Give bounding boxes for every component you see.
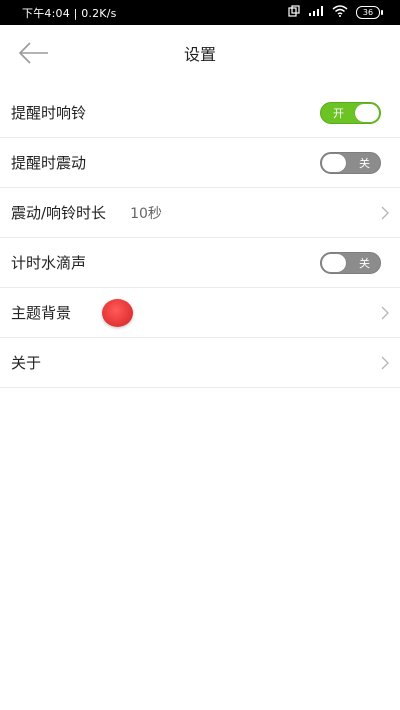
setting-label: 计时水滴声 [11, 254, 87, 272]
setting-alarm-vibrate: 提醒时震动 关 [0, 138, 400, 188]
toggle-text: 开 [333, 107, 344, 120]
setting-about[interactable]: 关于 [0, 338, 400, 388]
toggle-knob [355, 104, 379, 122]
chevron-right-icon [381, 206, 389, 220]
chevron-right-icon [381, 306, 389, 320]
status-bar: 下午4:04 | 0.2K/s 36 [0, 0, 400, 25]
toggle-knob [322, 254, 346, 272]
setting-water-drop: 计时水滴声 关 [0, 238, 400, 288]
theme-color-swatch [102, 299, 133, 327]
setting-label: 震动/响铃时长 [11, 204, 107, 222]
page-title: 设置 [183, 45, 216, 64]
setting-label: 关于 [11, 354, 42, 372]
screen-mirror-icon [288, 5, 300, 20]
water-drop-toggle[interactable]: 关 [320, 252, 381, 274]
setting-theme-bg[interactable]: 主题背景 [0, 288, 400, 338]
chevron-right-icon [381, 356, 389, 370]
setting-label: 主题背景 [11, 304, 72, 322]
setting-alarm-ring: 提醒时响铃 开 [0, 88, 400, 138]
alarm-vibrate-toggle[interactable]: 关 [320, 152, 381, 174]
wifi-icon [332, 5, 348, 20]
status-icons: 36 [288, 4, 383, 21]
alarm-ring-toggle[interactable]: 开 [320, 102, 381, 124]
toggle-text: 关 [359, 257, 370, 270]
setting-label: 提醒时响铃 [11, 104, 87, 122]
setting-duration[interactable]: 震动/响铃时长 10秒 [0, 188, 400, 238]
settings-list: 提醒时响铃 开 提醒时震动 关 震动/响铃时长 10秒 计时水滴声 关 主题背景… [0, 88, 400, 388]
status-time-speed: 下午4:04 | 0.2K/s [22, 7, 117, 20]
toggle-knob [322, 154, 346, 172]
battery-icon: 36 [356, 6, 383, 19]
header: 设置 [0, 25, 400, 81]
signal-icon [308, 5, 324, 20]
toggle-text: 关 [359, 157, 370, 170]
setting-label: 提醒时震动 [11, 154, 87, 172]
duration-value: 10秒 [130, 205, 162, 222]
